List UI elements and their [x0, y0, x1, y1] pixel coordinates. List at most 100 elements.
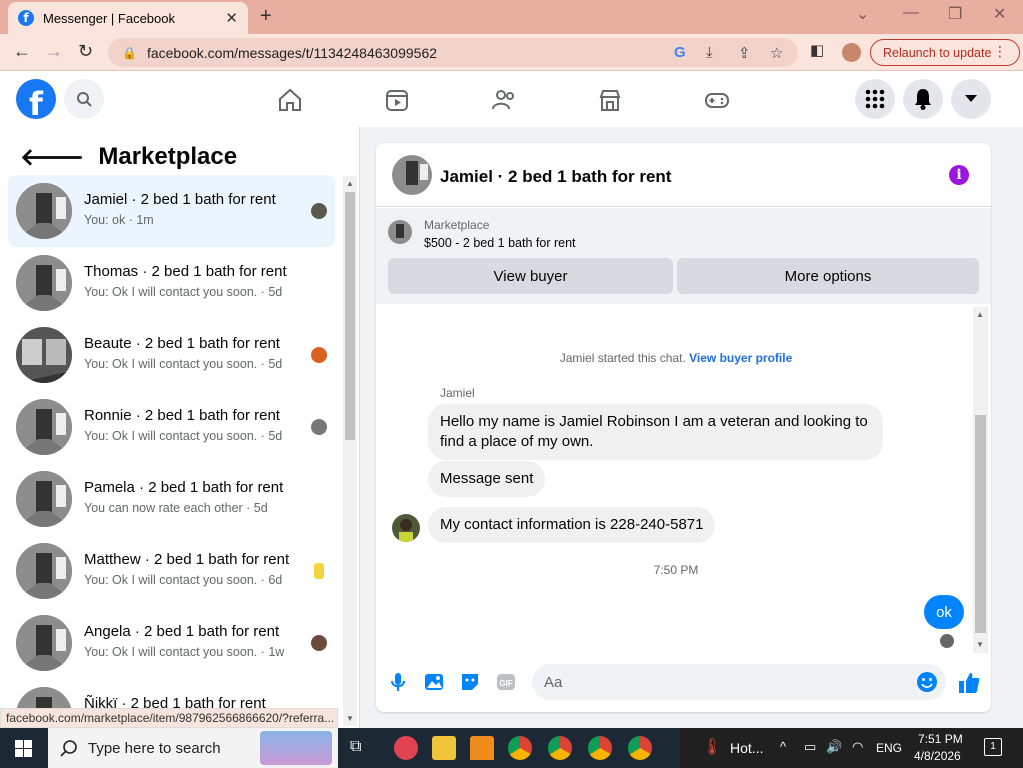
- caret-down-icon: [965, 95, 977, 102]
- forward-icon[interactable]: →: [45, 41, 63, 62]
- chat-listing-avatar[interactable]: [392, 155, 432, 195]
- clock-date[interactable]: 4/8/2026: [914, 749, 961, 763]
- back-icon[interactable]: ←: [13, 41, 31, 62]
- info-icon[interactable]: i: [949, 165, 969, 185]
- bookmark-star-icon[interactable]: ☆: [770, 44, 783, 62]
- conversation-preview: You can now rate each other · 5d: [84, 501, 268, 515]
- watch-icon[interactable]: [384, 87, 410, 113]
- notifications-button[interactable]: [903, 79, 943, 119]
- listing-thumbnail: [16, 327, 72, 383]
- view-buyer-profile-link[interactable]: View buyer profile: [689, 351, 792, 365]
- chrome-icon[interactable]: [508, 736, 532, 760]
- weather-text[interactable]: Hot...: [730, 740, 763, 756]
- search-icon: [60, 740, 77, 757]
- gaming-icon[interactable]: [704, 87, 730, 113]
- battery-icon[interactable]: ▭: [804, 739, 816, 755]
- message-bubble[interactable]: Message sent: [428, 461, 546, 497]
- conversation-scrollbar[interactable]: ▲ ▼: [343, 176, 357, 726]
- chat-title[interactable]: Jamiel · 2 bed 1 bath for rent: [440, 167, 671, 187]
- scroll-down-icon[interactable]: ▼: [346, 714, 354, 723]
- my-message-bubble[interactable]: ok: [924, 595, 964, 629]
- conversation-item[interactable]: Beaute · 2 bed 1 bath for rent You: Ok I…: [8, 319, 335, 391]
- conversation-name: Angela · 2 bed 1 bath for rent: [84, 623, 280, 640]
- home-icon[interactable]: [277, 87, 303, 113]
- conversation-item[interactable]: Jamiel · 2 bed 1 bath for rent You: ok ·…: [8, 175, 335, 247]
- search-button[interactable]: [64, 79, 104, 119]
- listing-thumbnail: [16, 471, 72, 527]
- marketplace-conversations-panel: 🡐 Marketplace Jamiel · 2 bed 1 bath for …: [0, 127, 360, 728]
- more-options-button[interactable]: More options: [677, 258, 979, 294]
- address-bar[interactable]: 🔒 facebook.com/messages/t/11342484630995…: [108, 38, 798, 67]
- share-icon[interactable]: ⇪: [738, 44, 751, 62]
- conversation-item[interactable]: Pamela · 2 bed 1 bath for rent You can n…: [8, 463, 335, 535]
- reload-icon[interactable]: ↻: [78, 41, 93, 62]
- message-input-placeholder: Aa: [544, 673, 563, 691]
- conversation-name: Thomas · 2 bed 1 bath for rent: [84, 263, 287, 280]
- scroll-down-icon[interactable]: ▼: [976, 640, 984, 649]
- taskbar-search-box[interactable]: Type here to search: [48, 728, 338, 768]
- wifi-icon[interactable]: ◠: [852, 739, 863, 755]
- conversation-preview: You: ok · 1m: [84, 213, 154, 227]
- conversation-name: Jamiel · 2 bed 1 bath for rent: [84, 191, 276, 208]
- notification-center-icon[interactable]: 1: [984, 738, 1002, 756]
- install-icon[interactable]: ⤓: [706, 44, 713, 61]
- conversation-item[interactable]: Matthew · 2 bed 1 bath for rent You: Ok …: [8, 535, 335, 607]
- message-bubble[interactable]: Hello my name is Jamiel Robinson I am a …: [428, 404, 883, 460]
- message-input[interactable]: Aa: [532, 664, 946, 700]
- marketplace-icon[interactable]: [597, 87, 623, 113]
- message-bubble[interactable]: My contact information is 228-240-5871: [428, 507, 716, 543]
- clock-time[interactable]: 7:51 PM: [918, 732, 963, 746]
- scroll-up-icon[interactable]: ▲: [976, 310, 984, 319]
- profile-avatar[interactable]: [842, 43, 861, 62]
- chevron-up-icon[interactable]: ^: [780, 739, 786, 754]
- side-panel-icon[interactable]: ◧: [810, 41, 824, 59]
- thumbs-up-icon[interactable]: [957, 671, 981, 695]
- taskbar-app-icon[interactable]: [394, 736, 418, 760]
- account-button[interactable]: [951, 79, 991, 119]
- minimize-icon[interactable]: —: [903, 4, 919, 22]
- scroll-up-icon[interactable]: ▲: [346, 179, 354, 188]
- listing-thumbnail[interactable]: [388, 220, 412, 244]
- windows-start-icon[interactable]: [15, 740, 32, 757]
- browser-tab[interactable]: f Messenger | Facebook ✕: [8, 2, 248, 34]
- listing-price-title[interactable]: $500 - 2 bed 1 bath for rent: [424, 236, 576, 250]
- language-indicator[interactable]: ENG: [876, 741, 902, 755]
- listing-thumbnail: [16, 255, 72, 311]
- vlc-icon[interactable]: [470, 736, 494, 760]
- emoji-icon[interactable]: [916, 671, 938, 693]
- conversation-item[interactable]: Ronnie · 2 bed 1 bath for rent You: Ok I…: [8, 391, 335, 463]
- chrome-icon[interactable]: [588, 736, 612, 760]
- grid-menu-icon: [865, 89, 885, 109]
- google-lens-icon[interactable]: G: [674, 44, 686, 61]
- file-explorer-icon[interactable]: [432, 736, 456, 760]
- gif-icon[interactable]: GIF: [495, 671, 517, 693]
- tab-search-icon[interactable]: ⌄: [856, 4, 869, 24]
- close-tab-icon[interactable]: ✕: [225, 9, 238, 27]
- conversation-item[interactable]: Thomas · 2 bed 1 bath for rent You: Ok I…: [8, 247, 335, 319]
- friends-icon[interactable]: [491, 87, 517, 113]
- bell-icon: [915, 89, 931, 110]
- thread-scrollbar[interactable]: ▲ ▼: [973, 307, 988, 653]
- browser-toolbar: ← → ↻ 🔒 facebook.com/messages/t/11342484…: [0, 34, 1023, 71]
- photo-icon[interactable]: [423, 671, 445, 693]
- relaunch-button[interactable]: Relaunch to update ⋮: [870, 39, 1020, 66]
- chrome-icon[interactable]: [628, 736, 652, 760]
- new-tab-icon[interactable]: +: [260, 5, 272, 28]
- scrollbar-thumb[interactable]: [975, 415, 986, 633]
- seen-avatar: [311, 347, 327, 363]
- chrome-icon[interactable]: [548, 736, 572, 760]
- sticker-icon[interactable]: [459, 671, 481, 693]
- back-arrow-icon[interactable]: 🡐: [20, 142, 84, 172]
- close-window-icon[interactable]: ✕: [993, 4, 1006, 24]
- sender-avatar[interactable]: [392, 514, 420, 542]
- restore-icon[interactable]: ❐: [948, 4, 962, 24]
- facebook-logo-icon[interactable]: f: [16, 79, 56, 119]
- menu-button[interactable]: [855, 79, 895, 119]
- conversation-item[interactable]: Angela · 2 bed 1 bath for rent You: Ok I…: [8, 607, 335, 679]
- microphone-icon[interactable]: [387, 671, 409, 693]
- task-view-icon[interactable]: ⧉: [350, 738, 361, 756]
- seen-avatar: [311, 203, 327, 219]
- volume-icon[interactable]: 🔊: [826, 739, 842, 755]
- view-buyer-button[interactable]: View buyer: [388, 258, 673, 294]
- scrollbar-thumb[interactable]: [345, 192, 355, 440]
